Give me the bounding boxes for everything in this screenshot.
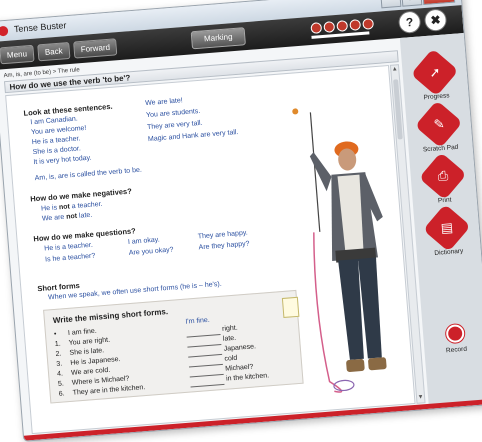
exercise-number: 3. — [56, 360, 63, 368]
back-button[interactable]: Back — [37, 41, 71, 62]
rewind-control-icon[interactable] — [349, 19, 362, 31]
answer-blank[interactable] — [188, 363, 223, 368]
window-close-button[interactable]: ✕ — [422, 0, 456, 6]
print-icon: ⎙ — [418, 152, 467, 201]
exercise-number: 4. — [56, 370, 64, 378]
notepad-icon[interactable] — [281, 296, 300, 318]
answer-suffix: in the kitchen. — [225, 372, 270, 383]
scroll-thumb[interactable] — [393, 79, 403, 140]
sidebar-item-progress[interactable]: ➚ Progress — [407, 48, 462, 102]
forward-control-icon[interactable] — [362, 18, 375, 30]
answer-blank[interactable] — [189, 373, 224, 378]
exercise-number: 2. — [55, 350, 62, 358]
marking-button[interactable]: Marking — [190, 27, 246, 50]
exercise-box: Write the missing short forms. • I am fi… — [43, 289, 304, 404]
app-window: Tense Buster – □ ✕ Menu Back Forward Mar… — [0, 0, 482, 442]
record-control-icon[interactable] — [310, 22, 323, 34]
menu-button[interactable]: Menu — [0, 44, 35, 65]
window-frame: Tense Buster – □ ✕ Menu Back Forward Mar… — [0, 0, 482, 442]
exercise-number: 1. — [54, 340, 61, 349]
window-title: Tense Buster — [13, 20, 67, 35]
answer-blank[interactable] — [190, 383, 225, 388]
scroll-up-icon[interactable]: ▲ — [391, 65, 399, 75]
example-sentence: We are late! — [144, 97, 183, 108]
question-example: Is he a teacher? — [44, 252, 96, 264]
answer-suffix: late. — [222, 334, 237, 343]
sidebar-item-record[interactable]: Record — [429, 323, 482, 356]
dictionary-icon: ▤ — [422, 203, 471, 252]
example-sentence: You are students. — [145, 107, 201, 120]
exercise-number: 6. — [58, 390, 65, 398]
minimize-button[interactable]: – — [380, 0, 402, 9]
question-example: Are they happy? — [198, 240, 250, 252]
sidebar-label: Record — [445, 345, 468, 355]
progress-icon: ➚ — [410, 48, 459, 97]
lesson-content: Look at these sentences. I am Canadian. … — [5, 64, 416, 435]
stop-control-icon[interactable] — [336, 20, 349, 32]
question-example: I am okay. — [127, 236, 160, 246]
sidebar-item-print[interactable]: ⎙ Print — [416, 152, 471, 206]
answer-suffix: Japanese. — [223, 343, 257, 353]
forward-button[interactable]: Forward — [73, 38, 118, 59]
climber-photo — [309, 112, 387, 393]
answer-blank[interactable] — [186, 333, 221, 338]
answer-suffix: right. — [221, 324, 238, 333]
exercise-number: 5. — [57, 380, 65, 388]
maximize-button[interactable]: □ — [401, 0, 423, 7]
answer-suffix: cold — [224, 354, 238, 363]
exercise-sentence: You are right. — [68, 336, 111, 347]
exit-button[interactable]: ✖ — [423, 8, 448, 32]
exercise-number: • — [53, 330, 57, 339]
sidebar-item-scratch-pad[interactable]: ✎ Scratch Pad — [411, 100, 466, 154]
verb-note: Am, is, are is called the verb to be. — [34, 166, 143, 183]
answer-blank[interactable] — [187, 343, 222, 348]
example-answer: I'm fine. — [185, 316, 210, 326]
app-logo-icon — [0, 25, 9, 37]
scratch-pad-icon: ✎ — [414, 100, 463, 149]
scroll-down-icon[interactable]: ▼ — [417, 393, 425, 403]
record-icon — [445, 323, 465, 344]
sidebar-item-dictionary[interactable]: ▤ Dictionary — [420, 203, 475, 258]
answer-blank[interactable] — [188, 353, 223, 358]
question-example: Are you okay? — [128, 246, 174, 257]
help-button[interactable]: ? — [397, 10, 422, 35]
example-sentence: They are very tall. — [146, 119, 203, 132]
exercise-heading: Write the missing short forms. — [52, 307, 169, 326]
play-control-icon[interactable] — [323, 21, 336, 33]
